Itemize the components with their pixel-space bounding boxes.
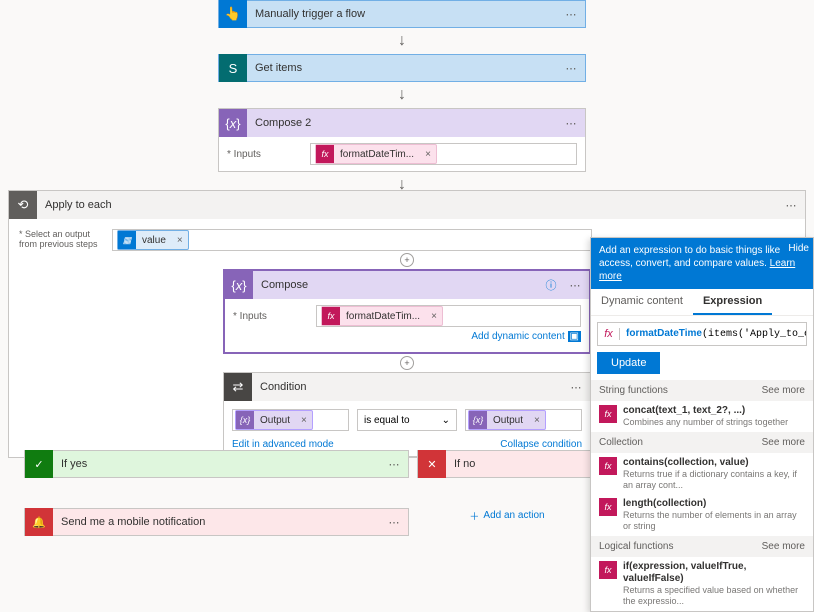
- output-token[interactable]: {x} Output ×: [468, 410, 546, 430]
- compose2-card: {x} Compose 2 ⋯ * Inputs fx formatDateTi…: [218, 108, 586, 172]
- tab-expression[interactable]: Expression: [693, 289, 772, 315]
- hide-button[interactable]: Hide: [788, 242, 809, 255]
- if-no-header[interactable]: ✕ If no: [417, 450, 597, 478]
- if-yes-header[interactable]: ✓ If yes ⋯: [24, 450, 409, 478]
- plus-icon: ＋: [469, 508, 479, 523]
- apply-header[interactable]: ⟲ Apply to each ⋯: [9, 191, 805, 219]
- token-remove[interactable]: ×: [426, 311, 442, 322]
- fx-icon: fx: [599, 457, 617, 475]
- fx-token[interactable]: fx formatDateTim... ×: [315, 144, 437, 164]
- compose2-menu[interactable]: ⋯: [557, 117, 585, 130]
- select-output-label: * Select an output from previous steps: [19, 229, 104, 249]
- formula-input[interactable]: fx formatDateTime(items('Apply_to_each')…: [597, 322, 807, 346]
- apply-value-input[interactable]: ▦ value ×: [112, 229, 592, 251]
- if-yes-branch: ✓ If yes ⋯ 🔔 Send me a mobile notificati…: [24, 450, 409, 536]
- condition-icon: ⇄: [224, 373, 252, 401]
- chevron-down-icon: ⌄: [442, 415, 450, 426]
- compose-header[interactable]: {x} Compose ⓘ ⋯: [225, 271, 589, 299]
- condition-left[interactable]: {x} Output ×: [232, 409, 349, 431]
- data-icon: ▦: [118, 231, 136, 249]
- fn-concat[interactable]: fx concat(text_1, text_2?, ...)Combines …: [591, 401, 813, 432]
- condition-card: ⇄ Condition ⋯ {x} Output × is equal to: [223, 372, 591, 457]
- getitems-title: Get items: [247, 62, 557, 74]
- fx-icon: fx: [598, 328, 620, 340]
- fx-icon: fx: [316, 145, 334, 163]
- compose-icon: {x}: [236, 411, 254, 429]
- if-no-branch: ✕ If no ＋ Add an action: [417, 450, 597, 536]
- compose2-input[interactable]: fx formatDateTim... ×: [310, 143, 577, 165]
- inputs-label: * Inputs: [233, 311, 308, 322]
- condition-operator[interactable]: is equal to ⌄: [357, 409, 457, 431]
- value-token[interactable]: ▦ value ×: [117, 230, 189, 250]
- token-remove[interactable]: ×: [420, 149, 436, 160]
- condition-menu[interactable]: ⋯: [562, 381, 590, 394]
- check-icon: ✓: [25, 450, 53, 478]
- sharepoint-icon: S: [219, 54, 247, 82]
- compose-title: Compose: [253, 279, 541, 291]
- x-icon: ✕: [418, 450, 446, 478]
- compose-icon: {x}: [219, 109, 247, 137]
- edit-advanced-link[interactable]: Edit in advanced mode: [232, 439, 334, 450]
- condition-right[interactable]: {x} Output ×: [465, 409, 582, 431]
- expression-panel: Add an expression to do basic things lik…: [590, 237, 814, 612]
- info-icon[interactable]: ⓘ: [541, 277, 561, 293]
- condition-title: Condition: [252, 381, 562, 393]
- trigger-menu[interactable]: ⋯: [557, 8, 585, 21]
- compose-icon: {x}: [469, 411, 487, 429]
- fx-icon: fx: [599, 561, 617, 579]
- notif-menu[interactable]: ⋯: [380, 516, 408, 529]
- foreach-icon: ⟲: [9, 191, 37, 219]
- update-button[interactable]: Update: [597, 352, 660, 374]
- getitems-step[interactable]: S Get items ⋯: [218, 54, 586, 82]
- compose-input[interactable]: fx formatDateTim... ×: [316, 305, 581, 327]
- notification-step[interactable]: 🔔 Send me a mobile notification ⋯: [24, 508, 409, 536]
- compose2-header[interactable]: {x} Compose 2 ⋯: [219, 109, 585, 137]
- compose-menu[interactable]: ⋯: [561, 279, 589, 292]
- inputs-label: * Inputs: [227, 149, 302, 160]
- apply-title: Apply to each: [37, 199, 777, 211]
- getitems-menu[interactable]: ⋯: [557, 62, 585, 75]
- add-action-link[interactable]: ＋ Add an action: [417, 508, 597, 523]
- fx-icon: fx: [599, 405, 617, 423]
- arrow-icon: ↓: [398, 28, 406, 54]
- bell-icon: 🔔: [25, 508, 53, 536]
- category-collection: Collection: [599, 437, 643, 448]
- trigger-title: Manually trigger a flow: [247, 8, 557, 20]
- fn-contains[interactable]: fx contains(collection, value)Returns tr…: [591, 453, 813, 495]
- collapse-condition-link[interactable]: Collapse condition: [500, 439, 582, 450]
- arrow-icon: ↓: [398, 82, 406, 108]
- apply-menu[interactable]: ⋯: [777, 199, 805, 212]
- touch-icon: 👆: [219, 0, 247, 28]
- add-dynamic-link[interactable]: Add dynamic content: [471, 331, 564, 342]
- tab-dynamic-content[interactable]: Dynamic content: [591, 289, 693, 315]
- dynamic-toggle-icon[interactable]: ▣: [568, 331, 581, 342]
- category-string: String functions: [599, 385, 668, 396]
- trigger-step[interactable]: 👆 Manually trigger a flow ⋯: [218, 0, 586, 28]
- condition-header[interactable]: ⇄ Condition ⋯: [224, 373, 590, 401]
- fn-length[interactable]: fx length(collection)Returns the number …: [591, 494, 813, 536]
- see-more-link[interactable]: See more: [762, 385, 805, 396]
- yes-menu[interactable]: ⋯: [380, 458, 408, 471]
- output-token[interactable]: {x} Output ×: [235, 410, 313, 430]
- fx-icon: fx: [599, 498, 617, 516]
- token-remove[interactable]: ×: [529, 415, 545, 426]
- fx-icon: fx: [322, 307, 340, 325]
- panel-banner: Add an expression to do basic things lik…: [591, 238, 813, 289]
- see-more-link[interactable]: See more: [762, 541, 805, 552]
- insert-step-button[interactable]: +: [400, 354, 414, 372]
- compose-icon: {x}: [225, 271, 253, 299]
- fx-token[interactable]: fx formatDateTim... ×: [321, 306, 443, 326]
- see-more-link[interactable]: See more: [762, 437, 805, 448]
- compose2-title: Compose 2: [247, 117, 557, 129]
- fn-if[interactable]: fx if(expression, valueIfTrue, valueIfFa…: [591, 557, 813, 611]
- token-remove[interactable]: ×: [172, 235, 188, 246]
- compose-card: {x} Compose ⓘ ⋯ * Inputs fx formatDateTi…: [223, 269, 591, 354]
- category-logical: Logical functions: [599, 541, 674, 552]
- token-remove[interactable]: ×: [296, 415, 312, 426]
